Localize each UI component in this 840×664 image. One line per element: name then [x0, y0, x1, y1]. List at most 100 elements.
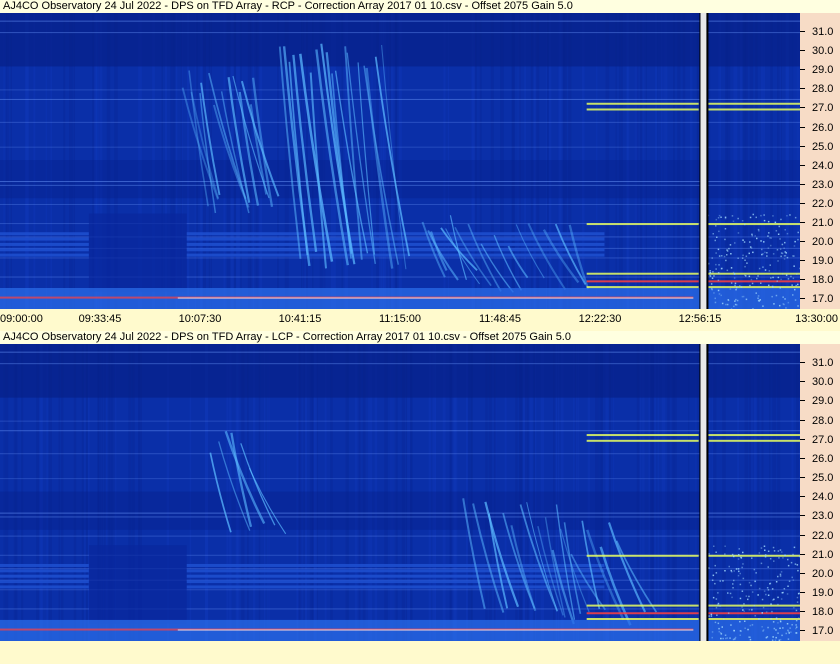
noise-speckle [784, 229, 786, 231]
noise-speckle [718, 293, 721, 295]
noise-speckle [751, 624, 754, 626]
striped-block [0, 248, 89, 252]
noise-speckle [715, 252, 717, 254]
y-tick-mark [800, 534, 805, 536]
noise-speckle [719, 605, 721, 607]
noise-speckle [767, 594, 770, 596]
y-tick-mark [800, 50, 805, 52]
y-tick: 28.0 [800, 415, 840, 427]
noise-speckle [746, 262, 748, 264]
noise-speckle [715, 268, 717, 270]
striped-block [186, 585, 605, 589]
noise-speckle [795, 609, 798, 612]
noise-speckle [718, 214, 721, 217]
y-tick-label: 26.0 [812, 452, 834, 465]
noise-speckle [714, 582, 716, 585]
spectrogram-lcp-svg [0, 344, 800, 641]
y-tick-mark [800, 164, 805, 166]
dim-block [88, 545, 187, 624]
noise-speckle [741, 590, 744, 592]
noise-speckle [711, 579, 714, 581]
noise-speckle [777, 550, 780, 552]
noise-speckle [765, 636, 768, 639]
noise-speckle [773, 560, 775, 562]
noise-speckle [763, 545, 766, 547]
noise-speckle [735, 568, 738, 570]
noise-speckle [773, 627, 776, 630]
noise-speckle [729, 244, 732, 246]
y-tick-label: 25.0 [812, 472, 834, 485]
interference-line [707, 439, 800, 442]
noise-speckle [766, 587, 769, 589]
data-gap [700, 344, 707, 641]
striped-block [0, 242, 89, 246]
y-tick-mark [800, 572, 805, 574]
noise-speckle [793, 546, 796, 549]
striped-block [0, 253, 89, 257]
y-tick-mark [800, 222, 805, 224]
noise-speckle [733, 555, 735, 558]
noise-speckle [742, 551, 744, 554]
y-tick-label: 28.0 [812, 83, 834, 96]
noise-speckle [726, 269, 729, 272]
noise-speckle [748, 581, 751, 584]
noise-speckle [733, 570, 735, 572]
noise-speckle [787, 585, 789, 587]
noise-speckle [724, 553, 726, 555]
noise-speckle [776, 280, 778, 282]
noise-speckle [749, 246, 752, 248]
y-tick-label: 23.0 [812, 510, 834, 523]
noise-speckle [743, 610, 745, 612]
noise-speckle [749, 216, 752, 219]
noise-speckle [762, 266, 764, 268]
y-tick-label: 23.0 [812, 178, 834, 191]
noise-speckle [732, 638, 735, 641]
noise-speckle [751, 233, 753, 236]
interference-line [707, 554, 800, 557]
noise-speckle [765, 611, 768, 613]
noise-speckle [730, 624, 732, 626]
noise-speckle [781, 273, 784, 275]
y-tick-label: 30.0 [812, 45, 834, 58]
noise-speckle [715, 225, 717, 227]
noise-speckle [791, 284, 793, 286]
noise-speckle [785, 274, 788, 276]
y-tick: 18.0 [800, 606, 840, 618]
noise-speckle [715, 598, 718, 600]
y-tick-label: 28.0 [812, 414, 834, 427]
noise-speckle [708, 553, 710, 555]
noise-speckle [767, 247, 770, 249]
noise-speckle [796, 596, 799, 599]
noise-speckle [732, 583, 734, 585]
noise-speckle [754, 580, 756, 583]
noise-speckle [757, 594, 759, 596]
noise-speckle [732, 220, 735, 222]
interference-line [586, 108, 699, 111]
noise-speckle [726, 250, 729, 252]
noise-speckle [726, 303, 729, 306]
noise-speckle [726, 254, 728, 256]
noise-speckle [757, 297, 759, 299]
noise-speckle [745, 298, 748, 301]
noise-speckle [740, 557, 743, 559]
noise-speckle [789, 627, 791, 629]
y-tick: 27.0 [800, 102, 840, 114]
data-gap-edge [706, 13, 709, 309]
noise-speckle [717, 602, 720, 605]
noise-speckle [743, 603, 745, 605]
interference-line [0, 420, 800, 422]
noise-speckle [711, 257, 713, 259]
noise-speckle [793, 255, 795, 257]
noise-speckle [783, 588, 786, 590]
noise-speckle [731, 570, 733, 573]
y-tick-mark [800, 477, 805, 479]
noise-speckle [769, 582, 772, 585]
noise-speckle [741, 257, 744, 259]
noise-speckle [795, 284, 797, 287]
noise-speckle [776, 249, 779, 251]
noise-speckle [780, 278, 782, 281]
noise-speckle [764, 549, 766, 551]
striped-block [186, 563, 605, 567]
interference-line [586, 439, 699, 442]
interference-line [707, 434, 800, 437]
